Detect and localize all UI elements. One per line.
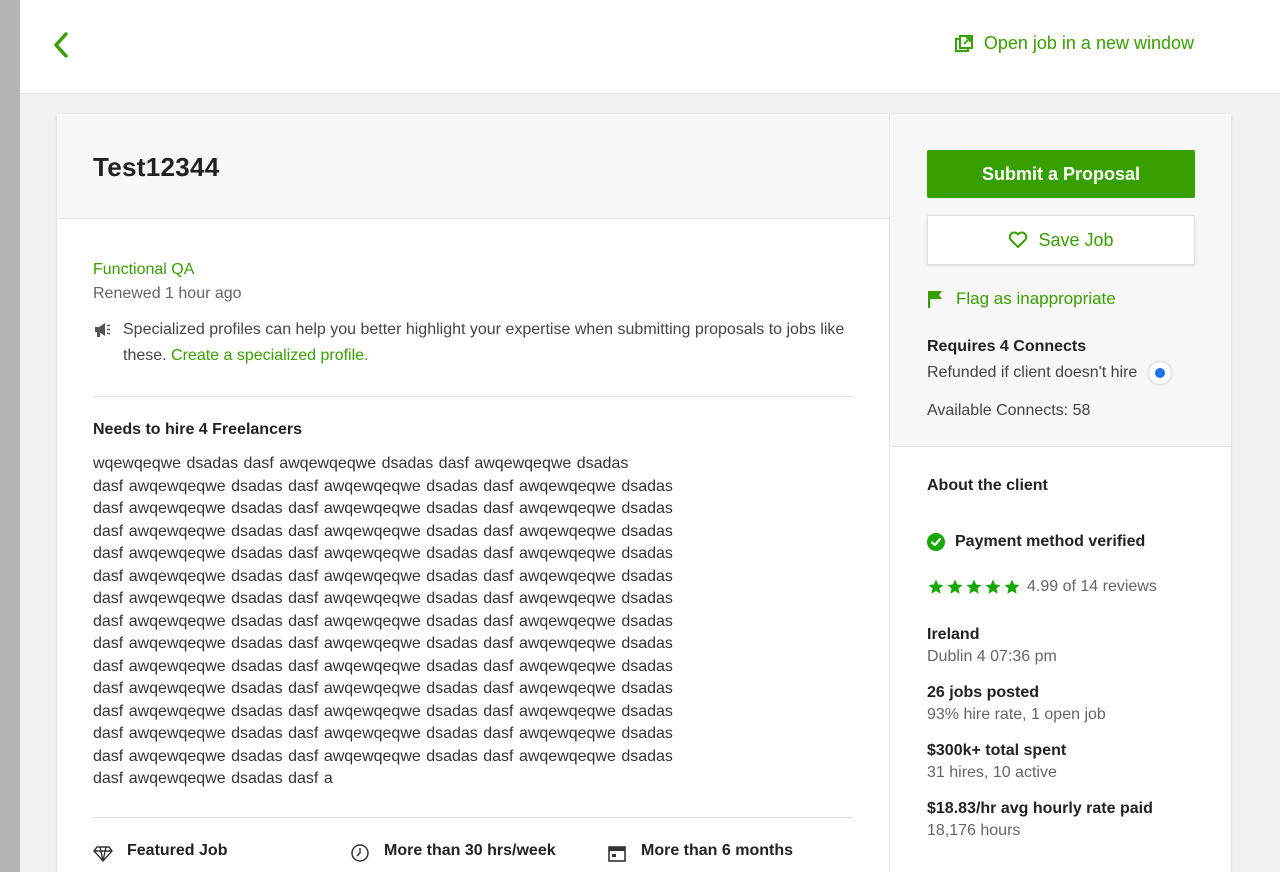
open-job-new-window-link[interactable]: Open job in a new window bbox=[954, 33, 1194, 54]
star-icon bbox=[985, 579, 1001, 594]
background-page bbox=[0, 0, 20, 872]
feature-project-length: More than 6 months bbox=[607, 842, 793, 863]
specialized-profile-tip: Specialized profiles can help you better… bbox=[93, 317, 853, 369]
proposal-actions: Submit a Proposal Save Job Flag as inapp… bbox=[891, 114, 1231, 447]
clock-icon bbox=[351, 843, 369, 862]
about-client-section: About the client Payment method verified… bbox=[891, 447, 1231, 840]
info-dot-icon[interactable] bbox=[1149, 362, 1172, 384]
client-rate: $18.83/hr avg hourly rate paid 18,176 ho… bbox=[927, 800, 1195, 840]
rating-text: 4.99 of 14 reviews bbox=[1027, 578, 1157, 595]
job-card: Test12344 Functional QA Renewed 1 hour a… bbox=[57, 114, 1231, 872]
calendar-icon bbox=[608, 845, 626, 862]
refund-note: Refunded if client doesn't hire bbox=[927, 362, 1195, 384]
client-total-spent: $300k+ total spent bbox=[927, 742, 1067, 759]
save-job-label: Save Job bbox=[1038, 229, 1114, 250]
divider bbox=[93, 396, 853, 397]
job-details-panel: Open job in a new window Test12344 Funct… bbox=[20, 0, 1280, 872]
payment-verified-text: Payment method verified bbox=[955, 533, 1146, 550]
feature-label: More than 6 months bbox=[641, 841, 794, 859]
divider bbox=[93, 816, 853, 818]
client-spend: $300k+ total spent 31 hires, 10 active bbox=[927, 742, 1195, 782]
feature-hours-per-week: More than 30 hrs/week bbox=[350, 842, 607, 863]
job-description: wqewqeqwe dsadas dasf awqewqeqwe dsadas … bbox=[93, 455, 673, 787]
check-circle-icon bbox=[927, 533, 945, 551]
submit-proposal-button[interactable]: Submit a Proposal bbox=[927, 150, 1195, 198]
hire-count-heading: Needs to hire 4 Freelancers bbox=[93, 421, 302, 438]
refund-note-text: Refunded if client doesn't hire bbox=[927, 364, 1138, 381]
client-avg-rate: $18.83/hr avg hourly rate paid bbox=[927, 800, 1153, 817]
star-icon bbox=[966, 579, 982, 594]
client-jobs-posted: 26 jobs posted bbox=[927, 684, 1040, 701]
diamond-icon bbox=[93, 845, 113, 862]
client-country: Ireland bbox=[927, 626, 980, 643]
job-sidebar: Submit a Proposal Save Job Flag as inapp… bbox=[891, 114, 1231, 872]
panel-header: Open job in a new window bbox=[20, 0, 1280, 94]
job-content: Functional QA Renewed 1 hour ago Special… bbox=[57, 219, 889, 863]
available-connects: Available Connects: 58 bbox=[927, 402, 1091, 419]
job-renewed-time: Renewed 1 hour ago bbox=[93, 285, 242, 302]
about-client-heading: About the client bbox=[927, 477, 1048, 494]
external-window-icon bbox=[954, 34, 973, 52]
client-location: Ireland Dublin 4 07:36 pm bbox=[927, 626, 1195, 666]
rating-stars bbox=[927, 578, 1021, 596]
flag-label: Flag as inappropriate bbox=[956, 289, 1116, 308]
save-job-button[interactable]: Save Job bbox=[927, 215, 1195, 265]
client-hire-rate: 93% hire rate, 1 open job bbox=[927, 706, 1106, 723]
tip-text-block: Specialized profiles can help you better… bbox=[123, 317, 853, 369]
feature-label: Featured Job bbox=[127, 841, 228, 859]
feature-label: More than 30 hrs/week bbox=[384, 841, 556, 859]
flag-icon bbox=[928, 291, 942, 308]
star-icon bbox=[928, 579, 944, 594]
client-hours: 18,176 hours bbox=[927, 822, 1021, 839]
megaphone-icon bbox=[93, 317, 113, 369]
star-icon bbox=[1004, 579, 1020, 594]
job-category-link[interactable]: Functional QA bbox=[93, 261, 853, 279]
job-title: Test12344 bbox=[93, 152, 220, 182]
heart-icon bbox=[1009, 231, 1028, 248]
client-local-time: Dublin 4 07:36 pm bbox=[927, 648, 1057, 665]
client-jobs: 26 jobs posted 93% hire rate, 1 open job bbox=[927, 684, 1195, 724]
feature-featured-job: Featured Job bbox=[93, 842, 350, 863]
flag-inappropriate-link[interactable]: Flag as inappropriate bbox=[927, 289, 1195, 309]
back-button[interactable] bbox=[48, 28, 78, 62]
payment-verified: Payment method verified bbox=[927, 533, 1195, 551]
job-main-column: Test12344 Functional QA Renewed 1 hour a… bbox=[57, 114, 890, 872]
chevron-left-icon bbox=[54, 32, 68, 58]
client-hires: 31 hires, 10 active bbox=[927, 764, 1057, 781]
star-icon bbox=[947, 579, 963, 594]
job-title-bar: Test12344 bbox=[57, 114, 889, 219]
open-job-new-window-label: Open job in a new window bbox=[983, 33, 1194, 53]
client-rating: 4.99 of 14 reviews bbox=[927, 578, 1195, 596]
connects-required: Requires 4 Connects bbox=[927, 338, 1087, 355]
job-features: Featured Job More than 30 hrs/week More … bbox=[93, 842, 853, 863]
create-specialized-profile-link[interactable]: Create a specialized profile. bbox=[171, 347, 368, 364]
